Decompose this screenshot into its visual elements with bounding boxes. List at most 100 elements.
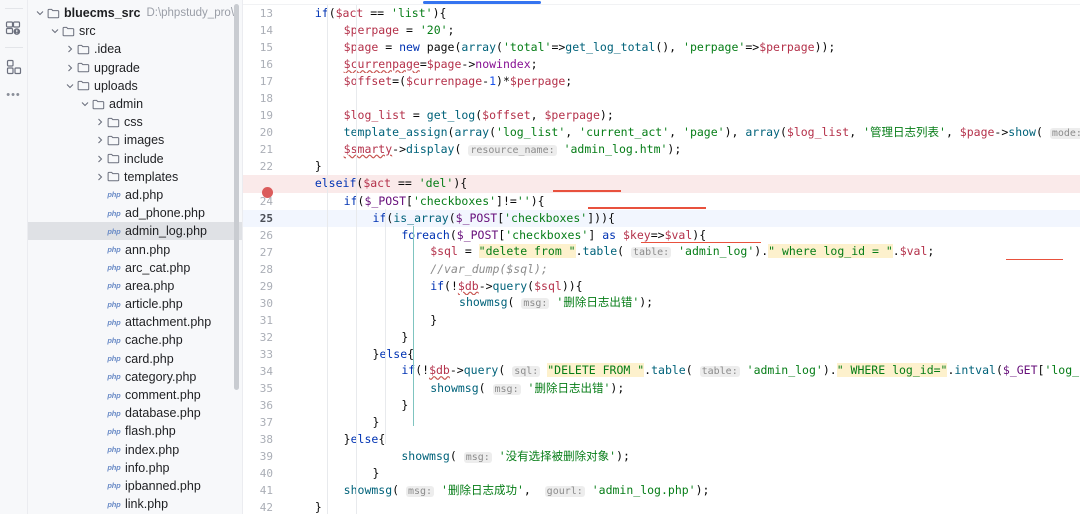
line-number-27[interactable]: 27 (243, 244, 283, 261)
code-line-19[interactable]: 19 $log_list = get_log($offset, $perpage)… (243, 107, 1080, 124)
line-number-18[interactable]: 18 (243, 90, 283, 107)
code-line-18[interactable]: 18 (243, 90, 1080, 107)
tree-item-ad_phone-php[interactable]: php ad_phone.php (28, 204, 242, 222)
code-line-29[interactable]: 29 if(!$db->query($sql)){ (243, 278, 1080, 295)
code-line-42[interactable]: 42} (243, 499, 1080, 514)
code-line-35[interactable]: 35 showmsg( msg: '删除日志出错'); (243, 380, 1080, 397)
tree-item-comment-php[interactable]: php comment.php (28, 386, 242, 404)
code-line-41[interactable]: 41 showmsg( msg: '删除日志成功', gourl: 'admin_… (243, 482, 1080, 499)
line-number-39[interactable]: 39 (243, 448, 283, 465)
line-number-33[interactable]: 33 (243, 346, 283, 363)
chevron-right-icon[interactable] (94, 173, 106, 181)
tree-item-arc_cat-php[interactable]: php arc_cat.php (28, 259, 242, 277)
tree-item-database-php[interactable]: php database.php (28, 404, 242, 422)
line-number-37[interactable]: 37 (243, 414, 283, 431)
tree-item-flash-php[interactable]: php flash.php (28, 422, 242, 440)
code-line-21[interactable]: 21 $smarty->display( resource_name: 'admi… (243, 141, 1080, 158)
project-structure-icon[interactable] (2, 16, 26, 40)
line-number-32[interactable]: 32 (243, 329, 283, 346)
code-line-33[interactable]: 33}else{ (243, 346, 1080, 363)
tree-scrollbar[interactable] (234, 4, 239, 390)
line-number-30[interactable]: 30 (243, 295, 283, 312)
code-line-17[interactable]: 17 $offset=($currenpage-1)*$perpage; (243, 73, 1080, 90)
code-line-40[interactable]: 40} (243, 465, 1080, 482)
chevron-down-icon[interactable] (79, 100, 91, 108)
chevron-down-icon[interactable] (34, 9, 46, 17)
code-line-38[interactable]: 38}else{ (243, 431, 1080, 448)
chevron-right-icon[interactable] (94, 155, 106, 163)
code-line-34[interactable]: 34 if(!$db->query( sql: "DELETE FROM ".ta… (243, 363, 1080, 380)
chevron-right-icon[interactable] (64, 64, 76, 72)
line-number-22[interactable]: 22 (243, 158, 283, 175)
line-number-24[interactable]: 24 (243, 193, 283, 210)
tree-item-article-php[interactable]: php article.php (28, 295, 242, 313)
more-options-icon[interactable]: ••• (6, 90, 21, 101)
line-number-26[interactable]: 26 (243, 227, 283, 244)
code-line-30[interactable]: 30 showmsg( msg: '删除日志出错'); (243, 295, 1080, 312)
chevron-down-icon[interactable] (64, 82, 76, 90)
tree-item-area-php[interactable]: php area.php (28, 277, 242, 295)
line-number-35[interactable]: 35 (243, 380, 283, 397)
tree-item--idea[interactable]: .idea (28, 40, 242, 58)
tree-item-attachment-php[interactable]: php attachment.php (28, 313, 242, 331)
tree-item-category-php[interactable]: php category.php (28, 368, 242, 386)
line-number-31[interactable]: 31 (243, 312, 283, 329)
tree-item-ad-php[interactable]: php ad.php (28, 186, 242, 204)
code-line-20[interactable]: 20 template_assign(array('log_list', 'cur… (243, 124, 1080, 141)
chevron-right-icon[interactable] (64, 45, 76, 53)
line-number-17[interactable]: 17 (243, 73, 283, 90)
code-line-13[interactable]: 13 if($act == 'list'){ (243, 5, 1080, 22)
line-number-14[interactable]: 14 (243, 22, 283, 39)
line-number-40[interactable]: 40 (243, 465, 283, 482)
tree-item-info-php[interactable]: php info.php (28, 459, 242, 477)
code-line-25[interactable]: 25 if(is_array($_POST['checkboxes'])){ (243, 209, 1080, 227)
code-line-15[interactable]: 15 $page = new page(array('total'=>get_lo… (243, 39, 1080, 56)
tree-item-ann-php[interactable]: php ann.php (28, 240, 242, 258)
code-line-22[interactable]: 22} (243, 158, 1080, 175)
line-number-34[interactable]: 34 (243, 363, 283, 380)
code-content[interactable]: 13 if($act == 'list'){14 $perpage = '20'; 1… (243, 5, 1080, 514)
commit-icon[interactable] (2, 55, 26, 79)
line-number-15[interactable]: 15 (243, 39, 283, 56)
tree-item-upgrade[interactable]: upgrade (28, 59, 242, 77)
code-line-36[interactable]: 36} (243, 397, 1080, 414)
line-number-28[interactable]: 28 (243, 261, 283, 278)
tree-item-uploads[interactable]: uploads (28, 77, 242, 95)
code-line-28[interactable]: 28 //var_dump($sql); (243, 261, 1080, 278)
line-number-19[interactable]: 19 (243, 107, 283, 124)
tree-item-src[interactable]: src (28, 22, 242, 40)
code-line-31[interactable]: 31} (243, 312, 1080, 329)
code-line-23[interactable]: elseif($act == 'del'){ (243, 175, 1080, 198)
tree-item-images[interactable]: images (28, 131, 242, 149)
tree-item-card-php[interactable]: php card.php (28, 350, 242, 368)
line-number-38[interactable]: 38 (243, 431, 283, 448)
tree-item-link-php[interactable]: php link.php (28, 495, 242, 513)
tree-item-include[interactable]: include (28, 150, 242, 168)
line-number-29[interactable]: 29 (243, 278, 283, 295)
line-number-20[interactable]: 20 (243, 124, 283, 141)
line-number-16[interactable]: 16 (243, 56, 283, 73)
tree-item-admin_log-php[interactable]: php admin_log.php (28, 222, 242, 241)
tree-item-admin[interactable]: admin (28, 95, 242, 113)
code-line-32[interactable]: 32} (243, 329, 1080, 346)
line-number-36[interactable]: 36 (243, 397, 283, 414)
tree-item-ipbanned-php[interactable]: php ipbanned.php (28, 477, 242, 495)
line-number-25[interactable]: 25 (243, 210, 283, 227)
tree-item-templates[interactable]: templates (28, 168, 242, 186)
chevron-right-icon[interactable] (94, 118, 106, 126)
line-number-41[interactable]: 41 (243, 482, 283, 499)
code-line-16[interactable]: 16 $currenpage=$page->nowindex; (243, 56, 1080, 73)
tree-item-index-php[interactable]: php index.php (28, 441, 242, 459)
chevron-down-icon[interactable] (49, 27, 61, 35)
chevron-right-icon[interactable] (94, 136, 106, 144)
line-number-21[interactable]: 21 (243, 141, 283, 158)
code-line-27[interactable]: 27 $sql = "delete from ".table( table: 'a… (243, 244, 1080, 261)
tree-item-css[interactable]: css (28, 113, 242, 131)
line-number-42[interactable]: 42 (243, 499, 283, 514)
code-line-37[interactable]: 37} (243, 414, 1080, 431)
code-line-14[interactable]: 14 $perpage = '20'; (243, 22, 1080, 39)
code-line-39[interactable]: 39 showmsg( msg: '没有选择被删除对象'); (243, 448, 1080, 465)
line-number-13[interactable]: 13 (243, 5, 283, 22)
tree-item-cache-php[interactable]: php cache.php (28, 331, 242, 349)
tree-item-bluecms_src[interactable]: bluecms_src D:\phpstudy_pro\WWW\ (28, 4, 242, 22)
